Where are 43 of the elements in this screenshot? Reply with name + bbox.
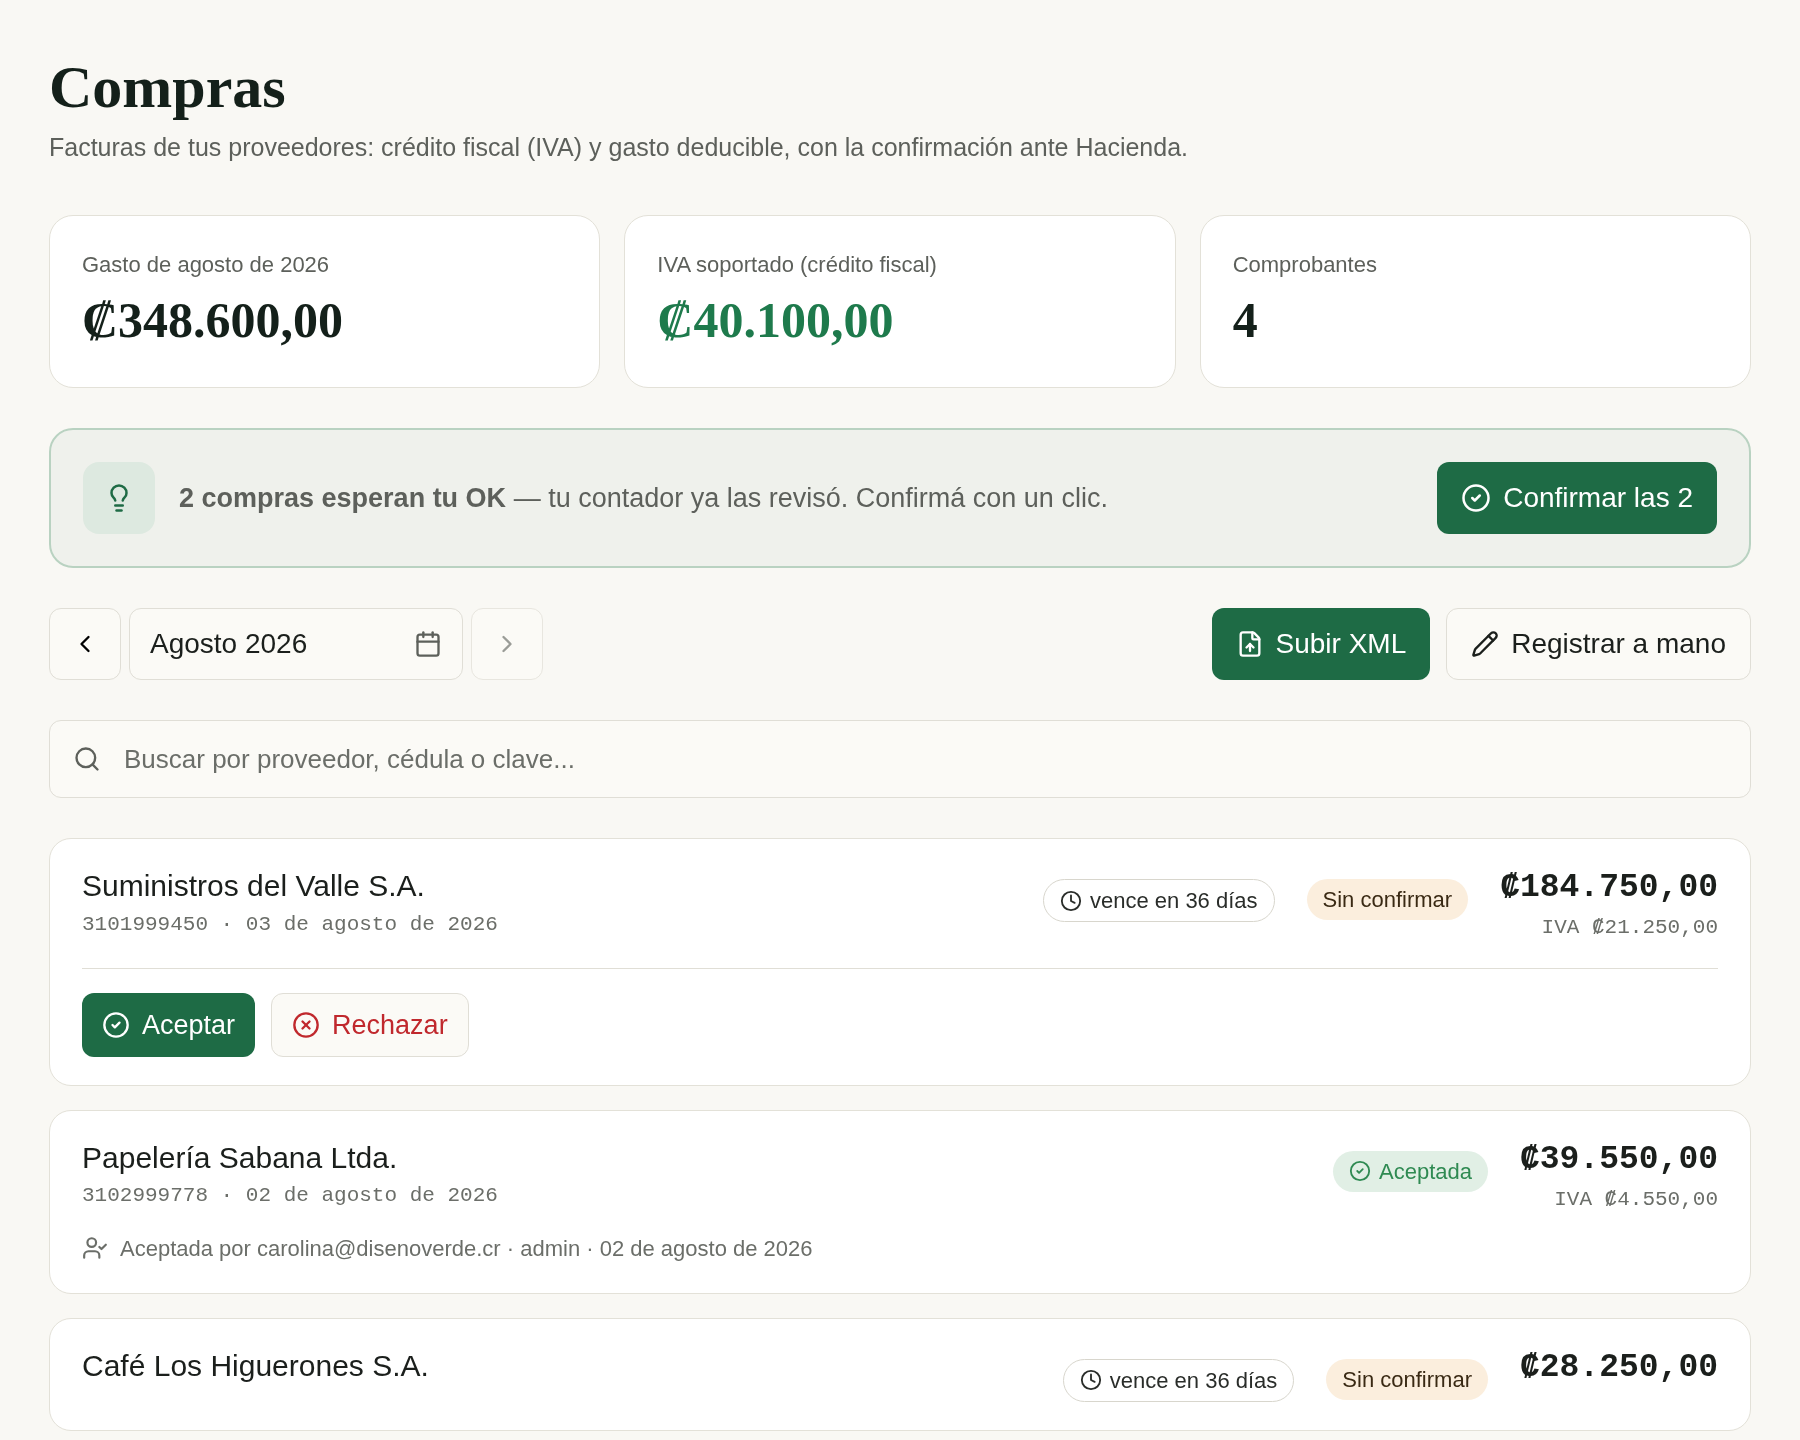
- stat-value: 4: [1232, 290, 1259, 350]
- stat-value: ₡40.100,00: [657, 290, 895, 350]
- amount: ₡184.750,00: [1500, 868, 1718, 908]
- close-icon: [292, 1010, 321, 1039]
- calendar-icon: [414, 630, 442, 658]
- supplier-meta: 3101999450 · 03 de agosto de 2026: [82, 911, 499, 938]
- pencil-icon: [1471, 630, 1500, 658]
- search-field[interactable]: Buscar por proveedor, cédula o clave...: [49, 720, 1751, 798]
- reject-button[interactable]: Rechazar: [271, 992, 469, 1057]
- stat-label: IVA soportado (crédito fiscal): [657, 250, 938, 279]
- supplier-name: Café Los Higuerones S.A.: [82, 1347, 430, 1384]
- tax-amount: IVA ₡4.550,00: [1554, 1187, 1718, 1213]
- page-title: Compras: [49, 53, 287, 122]
- amount: ₡28.250,00: [1519, 1347, 1718, 1388]
- supplier-meta: 3102999778 · 02 de agosto de 2026: [82, 1183, 499, 1210]
- lightbulb-icon: [83, 462, 155, 534]
- stat-value: ₡348.600,00: [82, 290, 345, 350]
- manual-entry-button[interactable]: Registrar a mano: [1446, 608, 1751, 680]
- supplier-name: Papelería Sabana Ltda.: [82, 1139, 399, 1176]
- status-badge: Sin confirmar: [1326, 1358, 1488, 1400]
- clock-icon: [1079, 1369, 1102, 1391]
- check-icon: [102, 1010, 130, 1039]
- banner-message: 2 compras esperan tu OK — tu contador ya las revisó. Confirmá con un clic.: [179, 481, 1109, 515]
- supplier-name: Suministros del Valle S.A.: [82, 868, 426, 904]
- page-subtitle: Facturas de tus proveedores: crédito fiscal (IVA) y gasto deducible, con la confirmación ante Hacienda.: [49, 132, 1189, 163]
- period-picker[interactable]: Agosto 2026: [129, 608, 463, 680]
- amount: ₡39.550,00: [1519, 1139, 1718, 1180]
- previous-month-button[interactable]: [49, 608, 121, 680]
- clock-icon: [1060, 889, 1082, 912]
- user-check-icon: [82, 1235, 108, 1261]
- status-badge: Aceptada: [1333, 1150, 1488, 1192]
- search-icon: [73, 745, 101, 773]
- check-icon: [1461, 483, 1492, 513]
- acceptance-note: Aceptada por carolina@disenoverde.cr · admin · 02 de agosto de 2026: [120, 1234, 813, 1263]
- stat-label: Comprobantes: [1232, 250, 1378, 279]
- upload-xml-button[interactable]: Subir XML: [1211, 608, 1431, 680]
- next-month-button[interactable]: [471, 608, 543, 680]
- tax-amount: IVA ₡21.250,00: [1541, 915, 1718, 942]
- confirm-all-button[interactable]: Confirmar las 2: [1437, 462, 1717, 534]
- stat-label: Gasto de agosto de 2026: [82, 250, 331, 279]
- status-badge: Sin confirmar: [1306, 879, 1469, 920]
- accept-button[interactable]: Aceptar: [82, 992, 256, 1057]
- check-icon: [1349, 1160, 1371, 1183]
